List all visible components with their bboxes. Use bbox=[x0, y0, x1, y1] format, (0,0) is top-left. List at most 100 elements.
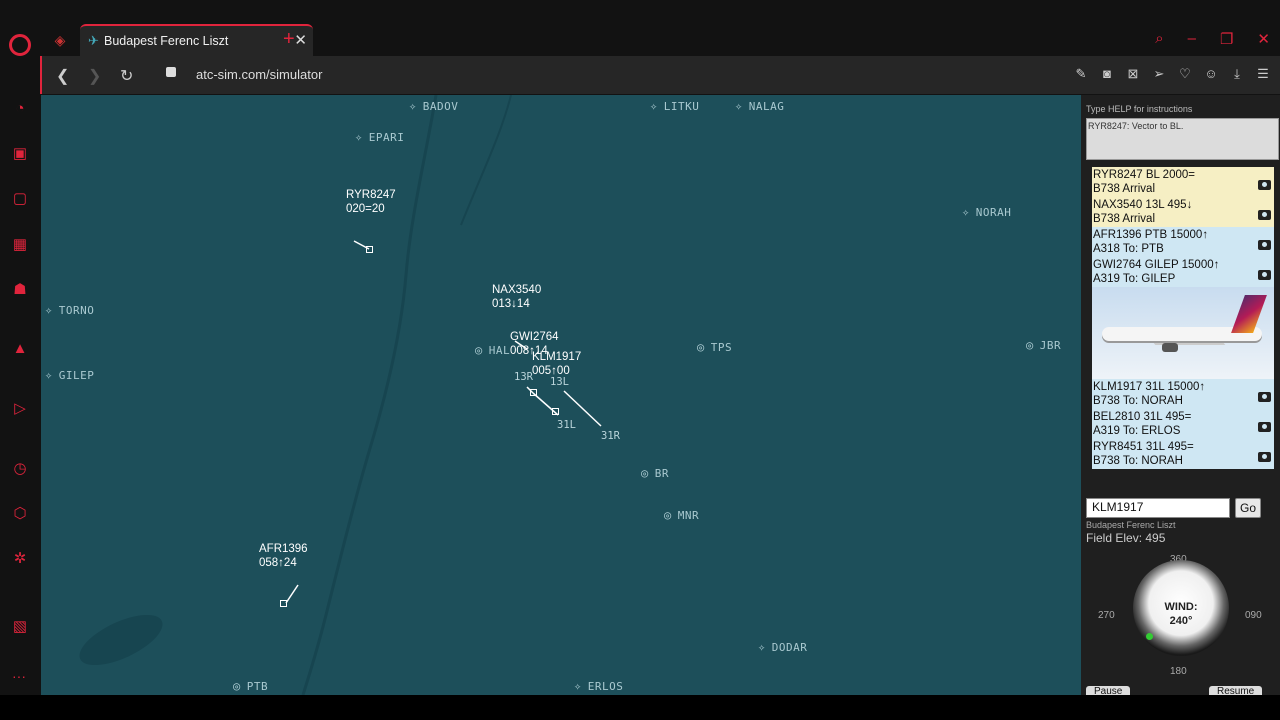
field-elevation: Field Elev: 495 bbox=[1086, 531, 1166, 545]
fix-litku: ✧ LITKU bbox=[650, 99, 700, 113]
camera-icon[interactable] bbox=[1258, 270, 1271, 280]
fix-norah: ✧ NORAH bbox=[962, 205, 1012, 219]
runway-31r: 31R bbox=[601, 430, 620, 442]
vor-jbr: ◎ JBR bbox=[1026, 338, 1062, 352]
vor-tps: ◎ TPS bbox=[697, 340, 733, 354]
help-hint: Type HELP for instructions bbox=[1086, 104, 1193, 114]
box-icon[interactable]: ⬡ bbox=[11, 505, 29, 523]
restore-icon[interactable]: ❐ bbox=[1220, 30, 1233, 50]
aircraft-blip[interactable] bbox=[366, 246, 373, 253]
close-window-icon[interactable]: ✕ bbox=[1257, 30, 1270, 50]
vor-ptb: ◎ PTB bbox=[233, 679, 269, 693]
compass-s: 180 bbox=[1170, 666, 1187, 677]
gx-corner-icon[interactable]: ◈ bbox=[50, 30, 70, 50]
heart-icon[interactable]: ♡ bbox=[1178, 66, 1192, 82]
fix-epari: ✧ EPARI bbox=[355, 130, 405, 144]
vor-mnr: ◎ MNR bbox=[664, 508, 700, 522]
gx-icon[interactable]: ▲ bbox=[11, 340, 29, 358]
browser-window: ◔ ▣ ▢ ▦ ☗ ▲ ▷ ◷ ⬡ ✲ ▧ ··· ◈ ✈ Budapest F… bbox=[0, 0, 1280, 720]
camera-icon[interactable] bbox=[1258, 180, 1271, 190]
fix-badov: ✧ BADOV bbox=[409, 99, 459, 113]
search-icon[interactable]: ⌕ bbox=[1155, 30, 1163, 50]
fix-torno: ✧ TORNO bbox=[45, 303, 95, 317]
reload-icon[interactable]: ↻ bbox=[120, 66, 133, 86]
address-bar: ❮ ❯ ↻ atc-sim.com/simulator ✎ ◙ ⊠ ➢ ♡ ☺ … bbox=[40, 56, 1280, 94]
camera-icon[interactable]: ◙ bbox=[1100, 66, 1114, 82]
aircraft-photo bbox=[1092, 287, 1274, 379]
aircraft-tag-afr1396[interactable]: AFR1396 058↑24 bbox=[259, 542, 308, 570]
more-icon[interactable]: ··· bbox=[12, 668, 26, 684]
flight-strip[interactable]: NAX3540 13L 495↓ B738 Arrival bbox=[1092, 197, 1274, 227]
url-field[interactable]: atc-sim.com/simulator bbox=[196, 67, 322, 82]
minimize-icon[interactable]: – bbox=[1188, 30, 1196, 50]
aircraft-tag-nax3540[interactable]: NAX3540 013↓14 bbox=[492, 283, 541, 311]
settings-icon[interactable]: ✲ bbox=[11, 550, 29, 568]
message-log: RYR8247: Vector to BL. bbox=[1086, 118, 1279, 160]
controller-icon[interactable]: ☗ bbox=[11, 281, 29, 299]
window-controls: ⌕ – ❐ ✕ bbox=[1155, 30, 1270, 50]
runway-13r: 13R bbox=[514, 371, 533, 383]
camera-icon[interactable] bbox=[1258, 240, 1271, 250]
wind-label: WIND: bbox=[1164, 601, 1198, 613]
wallpaper-icon[interactable]: ▧ bbox=[11, 618, 29, 636]
radar-scope[interactable]: ✧ BADOV ✧ LITKU ✧ NALAG ✧ EPARI ✧ NORAH ✧ TORN… bbox=[41, 95, 1081, 695]
camera-icon[interactable] bbox=[1258, 452, 1271, 462]
flight-strip[interactable]: RYR8247 BL 2000= B738 Arrival bbox=[1092, 167, 1274, 197]
history-icon[interactable]: ◷ bbox=[11, 460, 29, 478]
control-panel: Type HELP for instructions RYR8247: Vect… bbox=[1081, 95, 1280, 700]
flight-strips: RYR8247 BL 2000= B738 Arrival NAX3540 13L… bbox=[1092, 167, 1274, 469]
opera-sidebar: ◔ ▣ ▢ ▦ ☗ ▲ ▷ ◷ ⬡ ✲ ▧ ··· bbox=[0, 0, 40, 720]
flight-strip[interactable]: KLM1917 31L 15000↑ B738 To: NORAH bbox=[1092, 379, 1274, 409]
wind-dial: WIND: 240° bbox=[1133, 560, 1229, 656]
compass-e: 090 bbox=[1245, 610, 1262, 621]
adblock-icon[interactable]: ⊠ bbox=[1126, 66, 1140, 82]
status-bar bbox=[0, 695, 1280, 720]
command-input[interactable]: KLM1917 bbox=[1086, 498, 1230, 518]
radar-terrain bbox=[79, 95, 602, 695]
fix-nalag: ✧ NALAG bbox=[735, 99, 785, 113]
wind-indicator bbox=[1146, 633, 1153, 640]
aircraft-blip[interactable] bbox=[530, 389, 537, 396]
tab-active[interactable]: ✈ Budapest Ferenc Liszt ✕ bbox=[80, 24, 313, 56]
shopping-bag-icon[interactable]: ▣ bbox=[11, 145, 29, 163]
twitch-icon[interactable]: ▢ bbox=[11, 190, 29, 208]
fix-gilep: ✧ GILEP bbox=[45, 368, 95, 382]
fix-dodar: ✧ DODAR bbox=[758, 640, 808, 654]
aircraft-tag-klm1917[interactable]: KLM1917 005↑00 bbox=[532, 350, 581, 378]
back-icon[interactable]: ❮ bbox=[56, 66, 69, 86]
aircraft-blip[interactable] bbox=[280, 600, 287, 607]
vor-br: ◎ BR bbox=[641, 466, 669, 480]
cpu-icon[interactable]: ▦ bbox=[11, 236, 29, 254]
flight-strip[interactable]: RYR8451 31L 495= B738 To: NORAH bbox=[1092, 439, 1274, 469]
opera-logo-icon[interactable] bbox=[9, 34, 31, 56]
new-tab-icon[interactable]: + bbox=[283, 28, 295, 51]
account-icon[interactable]: ☺ bbox=[1204, 66, 1218, 82]
compass-w: 270 bbox=[1098, 610, 1115, 621]
send-icon[interactable]: ➢ bbox=[1152, 66, 1166, 82]
flight-strip[interactable]: BEL2810 31L 495= A319 To: ERLOS bbox=[1092, 409, 1274, 439]
go-button[interactable]: Go bbox=[1235, 498, 1261, 518]
player-icon[interactable]: ▷ bbox=[11, 400, 29, 418]
forward-icon[interactable]: ❯ bbox=[88, 66, 101, 86]
aircraft-tag-ryr8247[interactable]: RYR8247 020=20 bbox=[346, 188, 396, 216]
lock-icon bbox=[166, 67, 176, 77]
camera-icon[interactable] bbox=[1258, 422, 1271, 432]
menu-icon[interactable]: ☰ bbox=[1256, 66, 1270, 82]
share-icon[interactable]: ✎ bbox=[1074, 66, 1088, 82]
camera-icon[interactable] bbox=[1258, 210, 1271, 220]
tab-bar: ◈ ✈ Budapest Ferenc Liszt ✕ + ⌕ – ❐ ✕ bbox=[40, 24, 1280, 56]
camera-icon[interactable] bbox=[1258, 392, 1271, 402]
airport-name: Budapest Ferenc Liszt bbox=[1086, 520, 1176, 530]
speed-dial-icon[interactable]: ◔ bbox=[11, 100, 29, 118]
plane-favicon-icon: ✈ bbox=[88, 33, 99, 48]
fix-erlos: ✧ ERLOS bbox=[574, 679, 624, 693]
tab-title: Budapest Ferenc Liszt bbox=[104, 34, 229, 48]
close-tab-icon[interactable]: ✕ bbox=[294, 31, 307, 49]
flight-strip[interactable]: AFR1396 PTB 15000↑ A318 To: PTB bbox=[1092, 227, 1274, 257]
aircraft-blip[interactable] bbox=[552, 408, 559, 415]
flight-strip[interactable]: GWI2764 GILEP 15000↑ A319 To: GILEP bbox=[1092, 257, 1274, 287]
download-icon[interactable]: ⤓ bbox=[1230, 66, 1244, 82]
wind-value: 240° bbox=[1169, 615, 1193, 627]
address-tools: ✎ ◙ ⊠ ➢ ♡ ☺ ⤓ ☰ bbox=[1074, 66, 1270, 82]
runway-31l: 31L bbox=[557, 419, 576, 431]
